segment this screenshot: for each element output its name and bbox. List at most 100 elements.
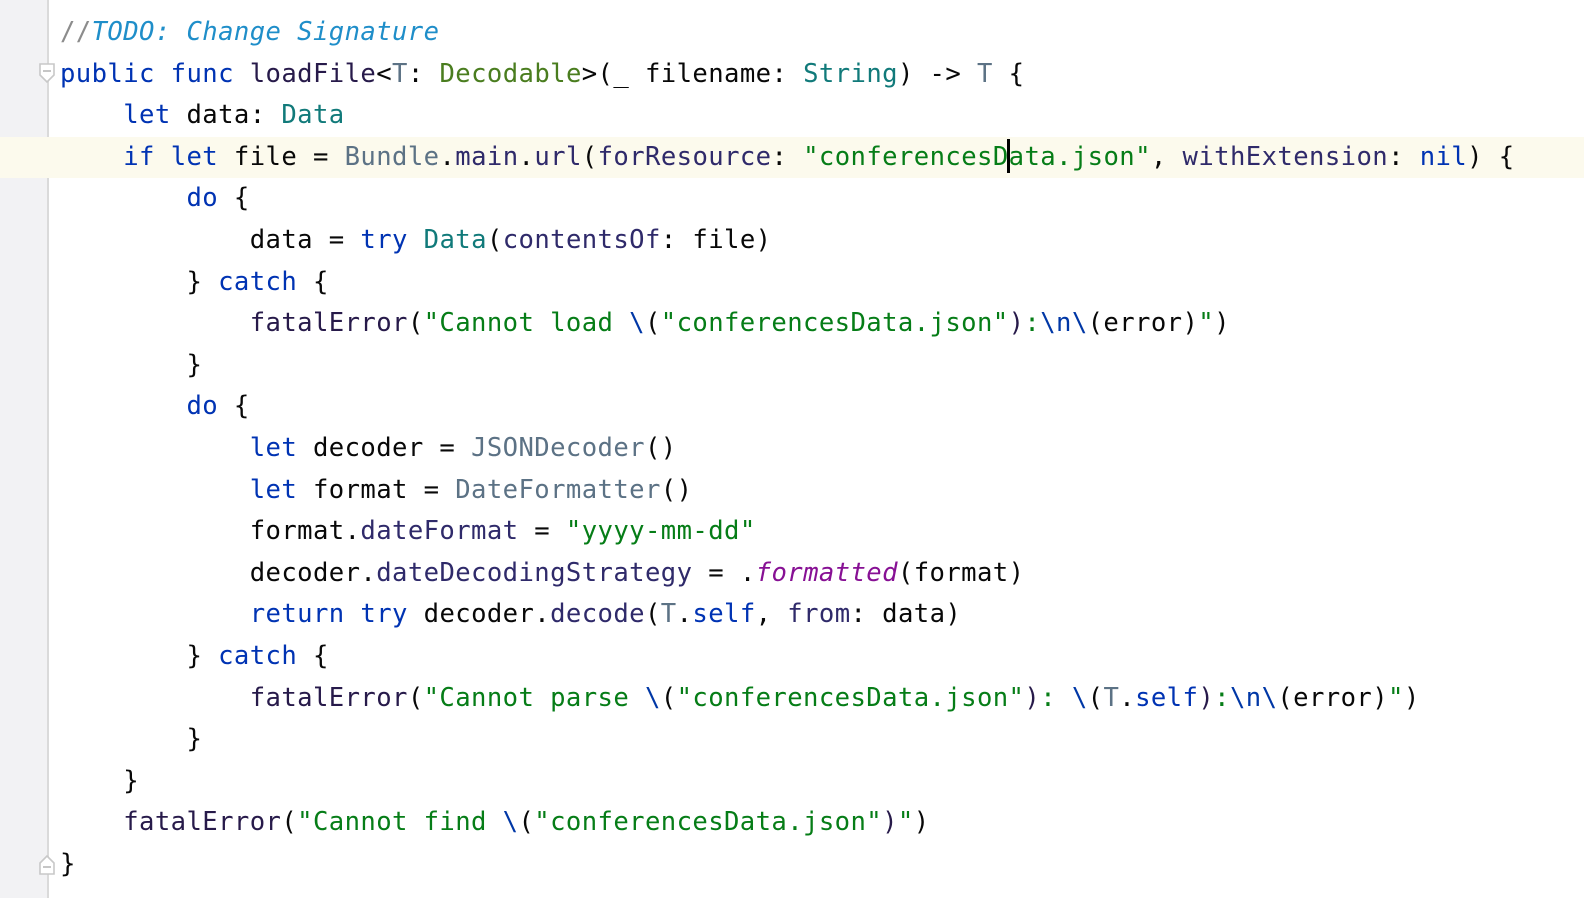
code-token: //: [60, 17, 92, 47]
code-token: "conferencesData.json": [534, 807, 883, 838]
code-token: {: [992, 58, 1025, 89]
code-token: JSONDecoder: [471, 432, 645, 463]
code-token: \: [1261, 682, 1278, 713]
code-token: decode: [550, 599, 645, 630]
code-line[interactable]: }: [60, 761, 1515, 803]
code-token: (: [281, 807, 298, 838]
code-line[interactable]: }: [60, 719, 1515, 761]
code-token: (): [660, 474, 693, 505]
code-line[interactable]: public func loadFile<T: Decodable>(_ fil…: [60, 54, 1515, 96]
code-token: (): [644, 432, 677, 463]
code-line[interactable]: //TODO: Change Signature: [60, 12, 1515, 54]
code-token: ata.json": [1008, 141, 1151, 172]
code-token: .: [439, 141, 456, 172]
code-token: (: [518, 807, 535, 838]
code-token: try: [360, 224, 408, 255]
code-token: {: [218, 183, 250, 214]
code-line[interactable]: let data: Data: [60, 95, 1515, 137]
fold-collapse-icon[interactable]: [38, 62, 56, 84]
code-token: decoder.: [407, 599, 551, 630]
code-line[interactable]: if let file = Bundle.main.url(forResourc…: [60, 137, 1515, 179]
code-token: return: [249, 599, 345, 630]
code-line[interactable]: do {: [60, 386, 1515, 428]
code-line[interactable]: fatalError("Cannot parse \("conferencesD…: [60, 678, 1515, 720]
code-token: fatalError: [249, 308, 408, 339]
code-line[interactable]: data = try Data(contentsOf: file): [60, 220, 1515, 262]
code-token: contentsOf: [502, 224, 661, 255]
code-token: =: [518, 516, 566, 547]
code-token: ,: [1150, 141, 1183, 172]
code-token: Data: [423, 224, 487, 255]
code-token: format.: [249, 516, 361, 547]
code-token: ): [882, 807, 898, 838]
code-token: {: [297, 266, 329, 297]
code-token: fatalError: [123, 807, 282, 838]
code-token: ): [1214, 308, 1230, 339]
code-token: let: [249, 432, 298, 463]
code-line[interactable]: }: [60, 345, 1515, 387]
code-line[interactable]: fatalError("Cannot load \("conferencesDa…: [60, 303, 1515, 345]
code-token: (error): [1277, 682, 1389, 713]
code-token: >(_ filename:: [581, 58, 804, 89]
code-token: :: [771, 141, 804, 172]
code-token: = .: [692, 557, 756, 588]
code-token: main: [455, 141, 519, 172]
code-token: :: [1040, 682, 1072, 713]
code-token: Bundle: [344, 141, 440, 172]
code-line[interactable]: decoder.dateDecodingStrategy = .formatte…: [60, 553, 1515, 595]
code-line[interactable]: do {: [60, 178, 1515, 220]
code-token: dateDecodingStrategy: [376, 557, 693, 588]
code-token: .: [1119, 682, 1136, 713]
code-token: T: [1103, 682, 1120, 713]
code-line[interactable]: let decoder = JSONDecoder(): [60, 428, 1515, 470]
code-token: }: [123, 765, 140, 796]
code-token: :: [1388, 141, 1420, 172]
code-line[interactable]: fatalError("Cannot find \("conferencesDa…: [60, 802, 1515, 844]
code-token: "yyyy-mm-dd": [565, 516, 756, 547]
editor-gutter: [0, 0, 49, 898]
code-token: catch: [218, 640, 298, 671]
code-token: ) ->: [897, 58, 977, 89]
code-line[interactable]: }: [60, 844, 1515, 886]
code-token: nil: [1419, 141, 1468, 172]
code-token: DateFormatter: [455, 474, 661, 505]
code-token: ": [1388, 682, 1404, 713]
code-line[interactable]: } catch {: [60, 262, 1515, 304]
code-area[interactable]: //TODO: Change Signature public func load…: [60, 12, 1515, 885]
code-token: "Cannot load: [423, 308, 630, 339]
code-token: {: [218, 391, 250, 422]
code-token: \: [644, 682, 661, 713]
code-token: \n: [1040, 308, 1072, 339]
code-line[interactable]: } catch {: [60, 636, 1515, 678]
code-token: ): [1403, 682, 1420, 713]
fold-end-icon[interactable]: [38, 854, 56, 876]
code-token: loadFile: [249, 58, 377, 89]
code-token: \n: [1229, 682, 1262, 713]
code-line[interactable]: format.dateFormat = "yyyy-mm-dd": [60, 511, 1515, 553]
code-token: \: [502, 807, 519, 838]
code-token: withExtension: [1182, 141, 1389, 172]
code-token: T: [660, 599, 677, 630]
code-token: :: [1024, 308, 1041, 339]
code-line[interactable]: let format = DateFormatter(): [60, 470, 1515, 512]
code-token: Decodable: [439, 58, 582, 89]
code-line[interactable]: return try decoder.decode(T.self, from: …: [60, 594, 1515, 636]
code-token: .: [676, 599, 693, 630]
